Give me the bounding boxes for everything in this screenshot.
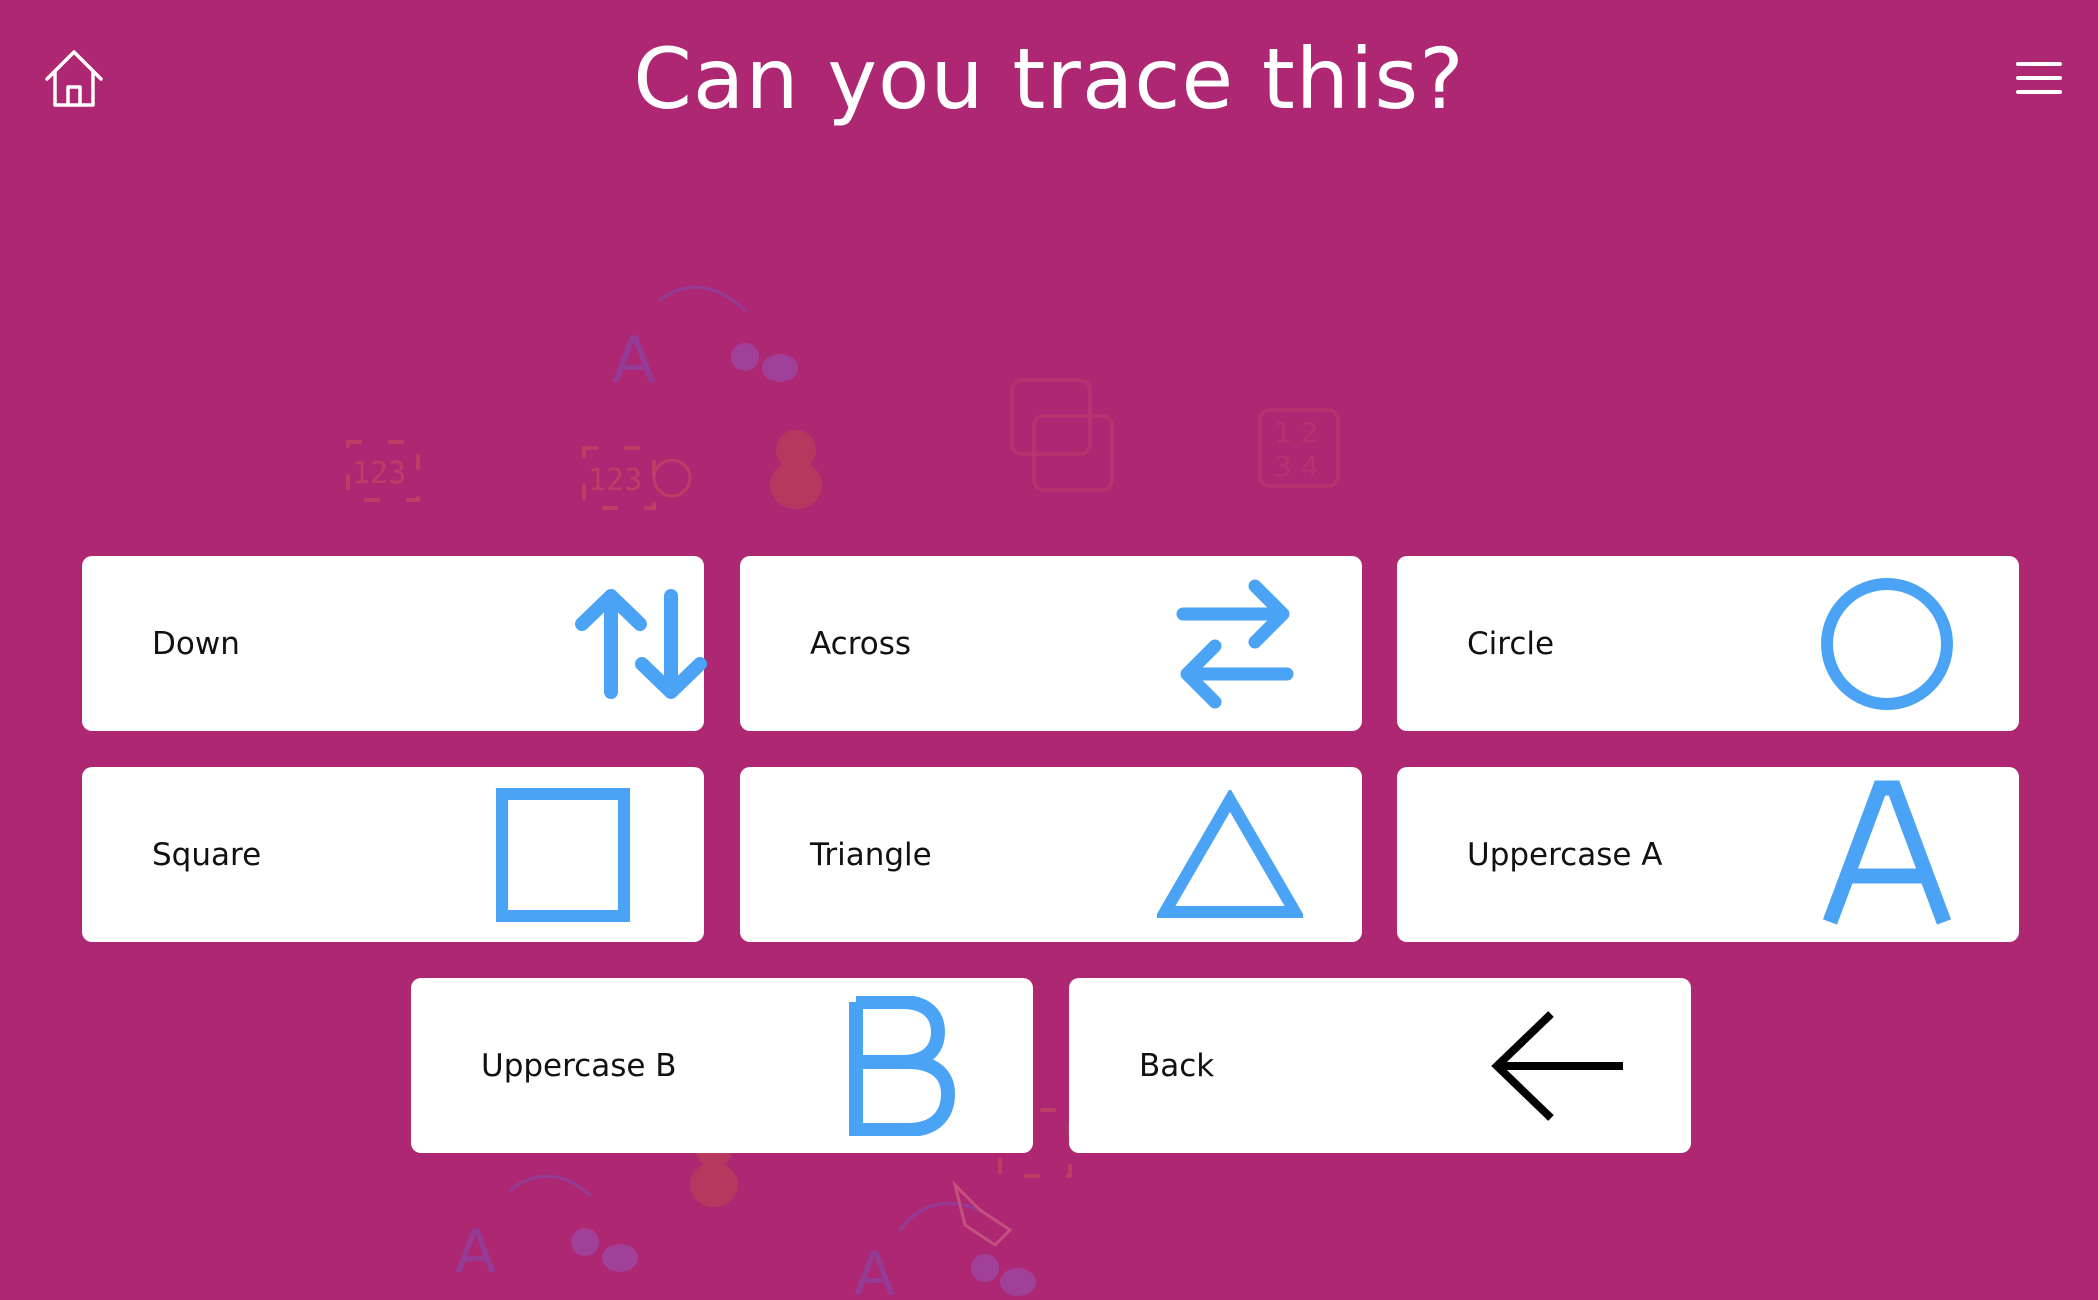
top-bar: Can you trace this? <box>0 0 2098 160</box>
triangle-icon <box>1150 767 1310 942</box>
back-label: Back <box>1139 1047 1215 1084</box>
option-label: Uppercase B <box>481 1047 677 1084</box>
svg-text:A: A <box>455 1217 496 1287</box>
option-circle-button[interactable]: Circle <box>1397 556 2019 731</box>
letter-b-icon <box>821 978 981 1153</box>
page-title: Can you trace this? <box>633 30 1465 128</box>
option-label: Square <box>152 836 262 873</box>
up-down-arrows-icon <box>566 556 716 731</box>
option-square-button[interactable]: Square <box>82 767 704 942</box>
option-uppercase-b-button[interactable]: Uppercase B <box>411 978 1033 1153</box>
option-across-button[interactable]: Across <box>740 556 1362 731</box>
menu-button[interactable] <box>2004 50 2074 106</box>
option-label: Across <box>810 625 912 662</box>
hamburger-menu-icon <box>2016 62 2062 94</box>
svg-text:123: 123 <box>588 463 642 498</box>
back-arrow-icon <box>1479 978 1639 1153</box>
left-right-arrows-icon <box>1160 556 1310 731</box>
svg-text:123: 123 <box>352 456 406 491</box>
svg-text:A: A <box>854 1239 895 1300</box>
option-down-button[interactable]: Down <box>82 556 707 731</box>
option-label: Uppercase A <box>1467 836 1663 873</box>
option-label: Circle <box>1467 625 1555 662</box>
svg-text:A: A <box>612 324 656 398</box>
option-uppercase-a-button[interactable]: Uppercase A <box>1397 767 2019 942</box>
option-label: Down <box>152 625 240 662</box>
svg-text:3 4: 3 4 <box>1274 450 1319 483</box>
square-icon <box>488 767 638 942</box>
letter-a-icon <box>1807 767 1967 942</box>
svg-text:1 2: 1 2 <box>1274 416 1319 449</box>
option-triangle-button[interactable]: Triangle <box>740 767 1362 942</box>
option-label: Triangle <box>810 836 932 873</box>
circle-icon <box>1807 556 1967 731</box>
back-button[interactable]: Back <box>1069 978 1691 1153</box>
